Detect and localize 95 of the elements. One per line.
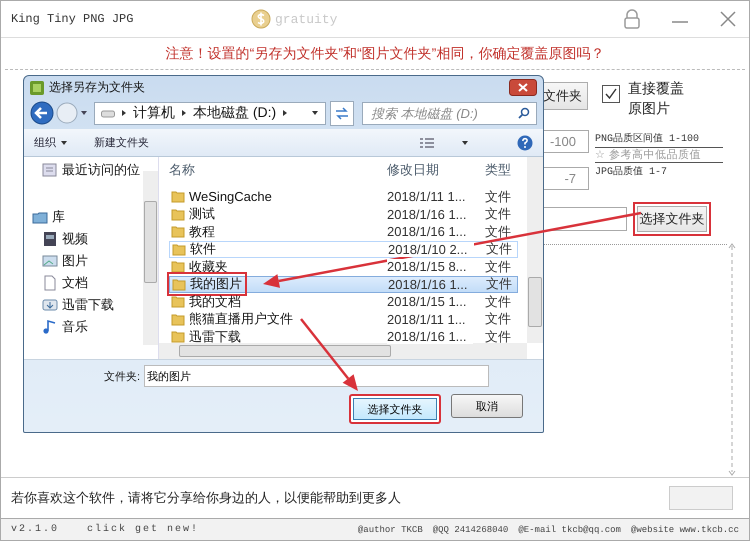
folder-input[interactable]: 我的图片 — [144, 365, 489, 387]
folder-icon — [172, 278, 186, 291]
nav-item[interactable]: 图片 — [42, 250, 143, 272]
folder-icon — [172, 242, 186, 256]
music-note-icon — [42, 319, 58, 335]
date-cell: 2018/1/10 2... — [388, 242, 474, 257]
nav-item[interactable]: 文档 — [42, 272, 143, 294]
type-cell-text: 文件 — [486, 275, 513, 294]
type-cell-text: 文件 — [485, 188, 512, 206]
toolbar-button[interactable]: 组织 — [34, 135, 68, 150]
type-cell-text: 文件 — [485, 310, 512, 328]
nav-item[interactable]: 迅雷下载 — [42, 294, 143, 316]
film-icon — [42, 231, 58, 247]
author-label: @author TKCB — [358, 524, 423, 534]
app-icon — [30, 80, 44, 94]
folder-icon — [171, 260, 185, 274]
jpg-quality-label: JPG品质值 1-7 — [595, 164, 668, 180]
path-segment[interactable]: 本地磁盘 (D:) — [193, 104, 276, 122]
column-header[interactable]: 名称 — [169, 161, 387, 179]
caret-icon[interactable] — [311, 109, 319, 117]
path-segment[interactable]: 计算机 — [133, 104, 175, 122]
caret-icon[interactable] — [80, 109, 88, 117]
type-cell-text: 文件 — [485, 258, 512, 276]
close-button[interactable] — [509, 79, 537, 96]
version-label: v2.1.0 — [11, 524, 60, 535]
choose-folder-button[interactable]: 选择文件夹 — [633, 202, 711, 236]
file-row[interactable]: 教程 2018/1/16 1... 文件 — [169, 223, 518, 240]
folder-icon — [171, 295, 185, 308]
column-header[interactable]: 类型 — [485, 161, 515, 179]
caret-icon[interactable] — [60, 138, 68, 146]
download-icon — [42, 297, 58, 313]
folder-name: 熊猫直播用户文件 — [169, 310, 295, 328]
warning-message: 注意！设置的“另存为文件夹”和“图片文件夹”相同，你确定覆盖原图吗？ — [164, 44, 604, 62]
help-icon[interactable] — [517, 134, 533, 150]
file-row[interactable]: 我的文档 2018/1/15 1... 文件 — [169, 293, 518, 310]
nav-item[interactable]: 音乐 — [42, 316, 143, 338]
overwrite-checkbox[interactable] — [602, 85, 620, 103]
nav-item[interactable]: 视频 — [42, 228, 143, 250]
email-label: @E-mail tkcb@qq.com — [518, 524, 621, 534]
update-link[interactable]: click get new! — [87, 524, 200, 535]
folder-name: 收藏夹 — [169, 258, 230, 276]
drive-icon — [101, 108, 115, 118]
search-field[interactable]: 搜索 本地磁盘 (D:) — [362, 102, 537, 124]
toolbar-button[interactable]: 新建文件夹 — [94, 135, 149, 150]
folder-icon — [171, 312, 185, 326]
overwrite-label: 直接覆盖原图片 — [628, 79, 685, 118]
nav-item[interactable]: 最近访问的位 — [42, 159, 143, 181]
select-folder-button[interactable]: 选择文件夹 — [349, 394, 441, 424]
file-row[interactable]: WeSingCache 2018/1/11 1... 文件 — [169, 188, 518, 206]
address-bar[interactable]: 计算机 本地磁盘 (D:) — [94, 102, 326, 124]
refresh-button[interactable] — [330, 100, 354, 126]
date-cell: 2018/1/16 1... — [387, 329, 473, 344]
chevron-icon — [181, 109, 187, 117]
folder-icon — [171, 225, 185, 238]
type-cell-text: 文件 — [485, 292, 512, 311]
cancel-button[interactable]: 取消 — [451, 394, 523, 418]
folder-name: WeSingCache — [169, 189, 274, 204]
folder-icon — [171, 208, 185, 221]
date-cell-text: 2018/1/16 1... — [388, 276, 469, 292]
qq-label: @QQ 2414268040 — [432, 524, 508, 534]
caret-icon[interactable] — [461, 138, 469, 146]
window-title: King Tiny PNG JPG — [11, 12, 134, 26]
file-row[interactable]: 收藏夹 2018/1/15 8... 文件 — [169, 258, 518, 276]
type-cell-text: 文件 — [486, 240, 513, 258]
folder-icon — [171, 190, 185, 204]
chevron-icon — [121, 109, 127, 117]
type-cell-text: 文件 — [485, 328, 512, 346]
png-quality-label: PNG品质区间值 1-100 — [595, 130, 723, 148]
type-cell-text: 文件 — [485, 222, 512, 241]
folder-name: 软件 — [170, 240, 218, 258]
picture-icon — [42, 253, 58, 269]
view-options-icon[interactable] — [419, 136, 435, 148]
dialog-title: 选择另存为文件夹 — [49, 79, 145, 96]
document-icon — [42, 275, 58, 291]
folder-name: 教程 — [169, 222, 217, 241]
search-icon — [518, 107, 530, 119]
quality-hint: ☆ 参考高中低品质值 — [595, 148, 723, 163]
chevron-icon — [282, 109, 288, 117]
folder-name: 我的图片 — [170, 275, 244, 294]
folder-name: 迅雷下载 — [169, 328, 243, 346]
folder-field-label: 文件夹: — [102, 370, 141, 384]
file-row[interactable]: 测试 2018/1/16 1... 文件 — [169, 206, 518, 223]
nav-item[interactable]: 库 — [32, 206, 143, 228]
folder-name: 我的文档 — [169, 292, 243, 311]
column-header[interactable]: 修改日期 — [387, 161, 485, 179]
back-button[interactable] — [30, 101, 54, 125]
lock-icon[interactable] — [623, 9, 641, 29]
folder-name: 测试 — [169, 205, 217, 224]
type-cell-text: 文件 — [485, 205, 512, 224]
file-row[interactable]: 软件 2018/1/10 2... 文件 — [169, 240, 518, 258]
website-label: @website www.tkcb.cc — [630, 524, 739, 534]
horizontal-scrollbar[interactable] — [159, 343, 527, 359]
share-message: 若你喜欢这个软件，请将它分享给你身边的人，以便能帮助到更多人 — [11, 489, 401, 507]
recent-places-icon — [42, 162, 58, 178]
file-row[interactable]: 熊猫直播用户文件 2018/1/11 1... 文件 — [169, 310, 518, 328]
